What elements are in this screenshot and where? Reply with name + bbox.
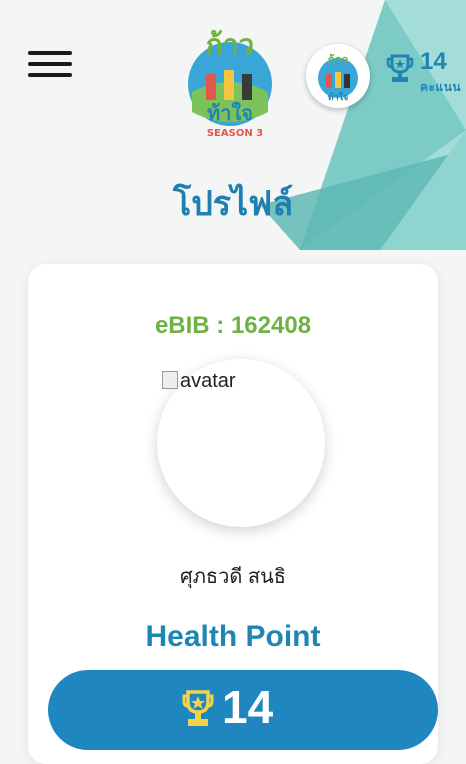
trophy-icon bbox=[182, 690, 214, 726]
trophy-icon bbox=[386, 54, 414, 82]
svg-text:ก้าว: ก้าว bbox=[206, 28, 254, 61]
broken-image-icon bbox=[162, 371, 178, 389]
score-unit: คะแนน bbox=[420, 80, 462, 94]
health-point-value: 14 bbox=[222, 681, 274, 733]
svg-text:ท้าใจ: ท้าใจ bbox=[328, 91, 349, 102]
hamburger-menu-button[interactable] bbox=[28, 48, 72, 78]
user-name: ศุภธวดี สนธิ bbox=[180, 566, 286, 588]
svg-text:ก้าว: ก้าว bbox=[328, 53, 349, 67]
svg-text:ท้าใจ: ท้าใจ bbox=[207, 101, 253, 125]
score-value: 14 bbox=[420, 48, 447, 75]
ebib-number: eBIB : 162408 bbox=[154, 312, 312, 339]
page-title: โปรไฟล์ bbox=[172, 185, 294, 223]
health-point-bar[interactable]: 14 bbox=[48, 670, 438, 750]
hamburger-icon bbox=[28, 51, 72, 55]
app-logo-small: ก้าว ท้าใจ bbox=[306, 44, 370, 108]
avatar-broken-image: avatar bbox=[162, 370, 236, 393]
health-point-label: Health Point bbox=[145, 620, 321, 653]
score-summary: 14 คะแนน bbox=[384, 48, 462, 98]
app-logo: ก้าว ท้าใจ SEASON 3 bbox=[188, 28, 272, 139]
svg-text:SEASON 3: SEASON 3 bbox=[207, 128, 263, 139]
